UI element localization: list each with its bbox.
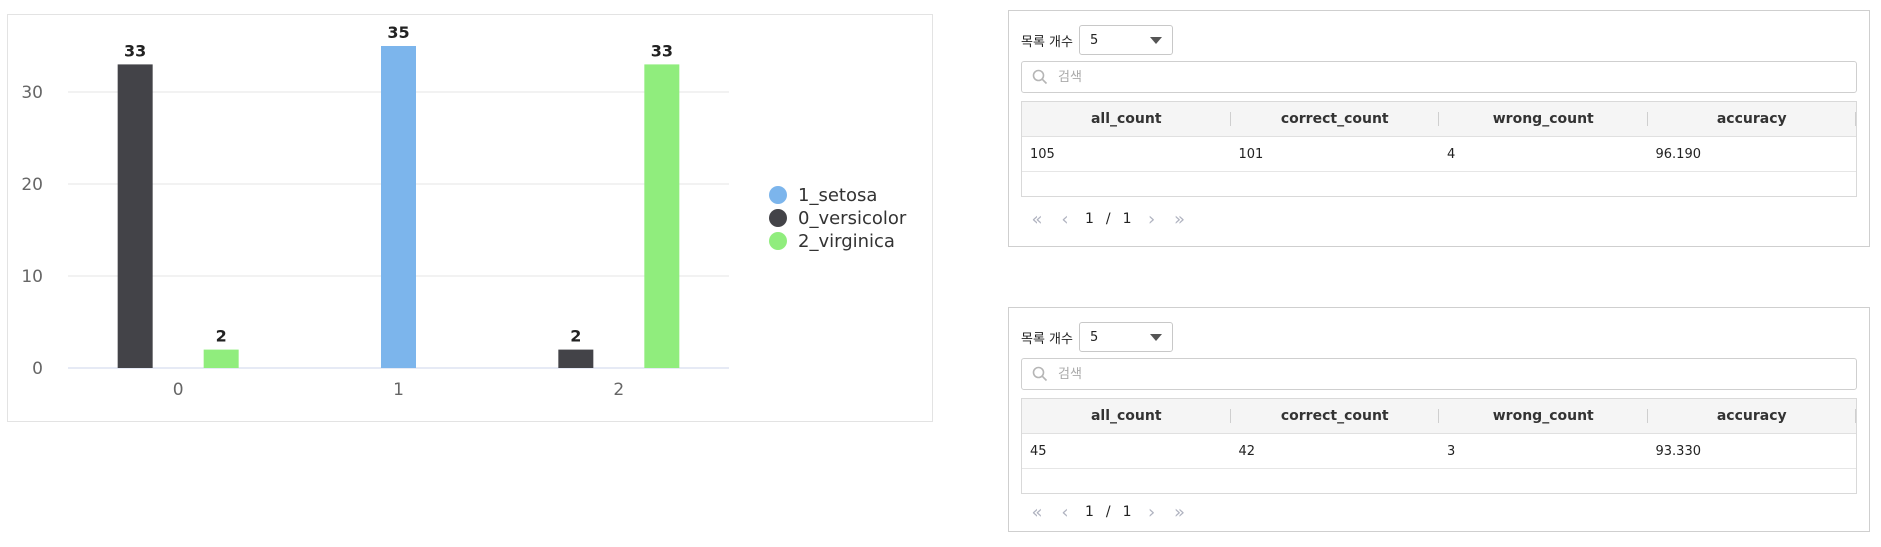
page-size-value: 5 (1089, 329, 1099, 345)
total-pages: 1 (1122, 211, 1132, 227)
bar-0_versicolor (558, 349, 594, 368)
page-separator: / (1105, 504, 1111, 520)
page-size-select[interactable]: 5 (1078, 25, 1173, 55)
column-header-all-count[interactable]: all_count (1022, 102, 1231, 136)
column-header-all-count[interactable]: all_count (1022, 399, 1231, 433)
bar-0_versicolor (117, 64, 153, 369)
cell-all-count: 45 (1030, 443, 1047, 459)
last-page-icon[interactable]: » (1166, 502, 1194, 523)
search-input[interactable] (1056, 365, 1840, 383)
grid-header: all_count correct_count wrong_count accu… (1022, 102, 1856, 137)
cell-wrong-count: 3 (1447, 443, 1456, 459)
search-box[interactable] (1021, 358, 1857, 390)
data-label: 2 (216, 327, 227, 346)
column-header-accuracy[interactable]: accuracy (1648, 102, 1857, 136)
y-tick-label: 10 (21, 267, 43, 287)
data-label: 35 (387, 23, 409, 42)
pagination: « ‹ 1 / 1 › » (1023, 207, 1194, 231)
column-header-wrong-count[interactable]: wrong_count (1439, 102, 1648, 136)
legend-marker-2_virginica (769, 232, 787, 250)
table-panel-2: 목록 개수 5 all_count correct_count wrong_co… (1008, 307, 1870, 532)
cell-correct-count: 42 (1238, 443, 1256, 459)
chevron-down-icon (1149, 36, 1162, 44)
page-separator: / (1105, 211, 1111, 227)
cell-wrong-count: 4 (1447, 146, 1456, 162)
cell-accuracy: 93.330 (1655, 443, 1702, 459)
search-input[interactable] (1056, 68, 1840, 86)
column-header-correct-count[interactable]: correct_count (1231, 399, 1440, 433)
legend-marker-0_versicolor (769, 209, 787, 227)
grid-header: all_count correct_count wrong_count accu… (1022, 399, 1856, 434)
prev-page-icon[interactable]: ‹ (1051, 209, 1079, 230)
prev-page-icon[interactable]: ‹ (1051, 502, 1079, 523)
bar-chart: 0102030332035123321_setosa0_versicolor2_… (21, 23, 907, 400)
search-icon (1032, 366, 1048, 382)
column-header-accuracy[interactable]: accuracy (1648, 399, 1857, 433)
cell-correct-count: 101 (1238, 146, 1264, 162)
cell-accuracy: 96.190 (1655, 146, 1702, 162)
legend-label: 1_setosa (798, 185, 877, 206)
page-size-select[interactable]: 5 (1078, 322, 1173, 352)
bar-2_virginica (203, 349, 239, 368)
cell-all-count: 105 (1030, 146, 1055, 162)
next-page-icon[interactable]: › (1138, 502, 1166, 523)
data-grid: all_count correct_count wrong_count accu… (1021, 398, 1857, 494)
legend-label: 2_virginica (798, 231, 895, 252)
y-tick-label: 30 (21, 83, 43, 103)
chart-panel: 0 10 20 30 33 2 0 35 1 2 33 2 1_setosa 0_versicolor 2_… (7, 14, 933, 422)
x-tick-label: 2 (613, 380, 624, 400)
legend-label: 0_versicolor (798, 208, 907, 229)
page-size-label: 목록 개수 (1021, 331, 1073, 347)
table-panel-1: 목록 개수 5 all_count correct_count wrong_co… (1008, 10, 1870, 247)
current-page: 1 (1085, 211, 1094, 227)
bar-2_virginica (644, 64, 680, 369)
table-row[interactable]: 45 42 3 93.330 (1022, 434, 1856, 469)
column-header-correct-count[interactable]: correct_count (1231, 102, 1440, 136)
last-page-icon[interactable]: » (1166, 209, 1194, 230)
current-page: 1 (1085, 504, 1094, 520)
page-size-control: 목록 개수 5 (1021, 25, 1173, 55)
next-page-icon[interactable]: › (1138, 209, 1166, 230)
data-label: 2 (570, 327, 581, 346)
data-label: 33 (651, 41, 673, 60)
chevron-down-icon (1149, 333, 1162, 341)
first-page-icon[interactable]: « (1023, 209, 1051, 230)
bar-1_setosa (381, 46, 416, 368)
search-box[interactable] (1021, 61, 1857, 93)
column-header-wrong-count[interactable]: wrong_count (1439, 399, 1648, 433)
data-label: 33 (124, 41, 146, 60)
page-size-value: 5 (1089, 32, 1099, 48)
table-row[interactable]: 105 101 4 96.190 (1022, 137, 1856, 172)
x-tick-label: 1 (393, 380, 404, 400)
x-tick-label: 0 (173, 380, 184, 400)
pagination: « ‹ 1 / 1 › » (1023, 500, 1194, 524)
y-tick-label: 20 (21, 175, 43, 195)
legend-marker-1_setosa (769, 186, 787, 204)
search-icon (1032, 69, 1048, 85)
page-size-control: 목록 개수 5 (1021, 322, 1173, 352)
data-grid: all_count correct_count wrong_count accu… (1021, 101, 1857, 197)
total-pages: 1 (1122, 504, 1132, 520)
page-size-label: 목록 개수 (1021, 34, 1073, 50)
y-tick-label: 0 (32, 359, 43, 379)
first-page-icon[interactable]: « (1023, 502, 1051, 523)
